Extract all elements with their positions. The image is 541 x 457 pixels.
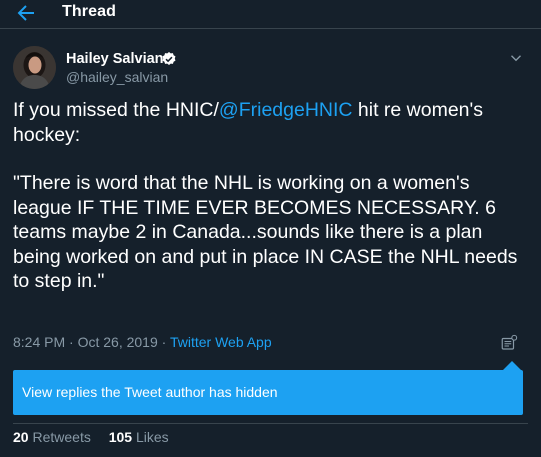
- author-name[interactable]: Hailey Salvian: [66, 51, 164, 67]
- tweet-source[interactable]: Twitter Web App: [170, 334, 272, 350]
- tweet-meta: 8:24 PM · Oct 26, 2019 · Twitter Web App: [13, 334, 272, 350]
- author-handle[interactable]: @hailey_salvian: [66, 69, 168, 85]
- arrow-left-icon[interactable]: [14, 1, 38, 25]
- avatar-image: [13, 46, 56, 89]
- verified-badge-icon: [162, 52, 176, 65]
- tweet-quote: "There is word that the NHL is working o…: [13, 172, 518, 292]
- page-title: Thread: [62, 3, 116, 20]
- retweets-count: 20: [13, 429, 29, 445]
- engagement-stats: 20 Retweets 105 Likes: [13, 429, 183, 445]
- tooltip-arrow: [503, 361, 521, 370]
- hidden-replies-icon[interactable]: [500, 334, 518, 352]
- tweet-intro-start: If you missed the HNIC/: [13, 99, 219, 121]
- likes-label: Likes: [135, 429, 169, 445]
- hidden-replies-tooltip[interactable]: View replies the Tweet author has hidden: [13, 370, 523, 415]
- likes-count: 105: [108, 429, 133, 445]
- chevron-down-icon[interactable]: [507, 49, 525, 67]
- divider: [13, 423, 528, 424]
- meta-separator: ·: [157, 334, 170, 350]
- mention-link[interactable]: @FriedgeHNIC: [219, 99, 353, 121]
- thread-header: Thread: [0, 0, 541, 29]
- tweet-text: If you missed the HNIC/@FriedgeHNIC hit …: [13, 98, 525, 294]
- tweet-intro: If you missed the HNIC/@FriedgeHNIC hit …: [13, 98, 525, 147]
- likes-stat[interactable]: 105 Likes: [109, 429, 169, 445]
- retweets-label: Retweets: [32, 429, 91, 445]
- avatar[interactable]: [13, 46, 56, 89]
- tweet-timestamp[interactable]: 8:24 PM · Oct 26, 2019: [13, 334, 158, 350]
- retweets-stat[interactable]: 20 Retweets: [13, 429, 91, 445]
